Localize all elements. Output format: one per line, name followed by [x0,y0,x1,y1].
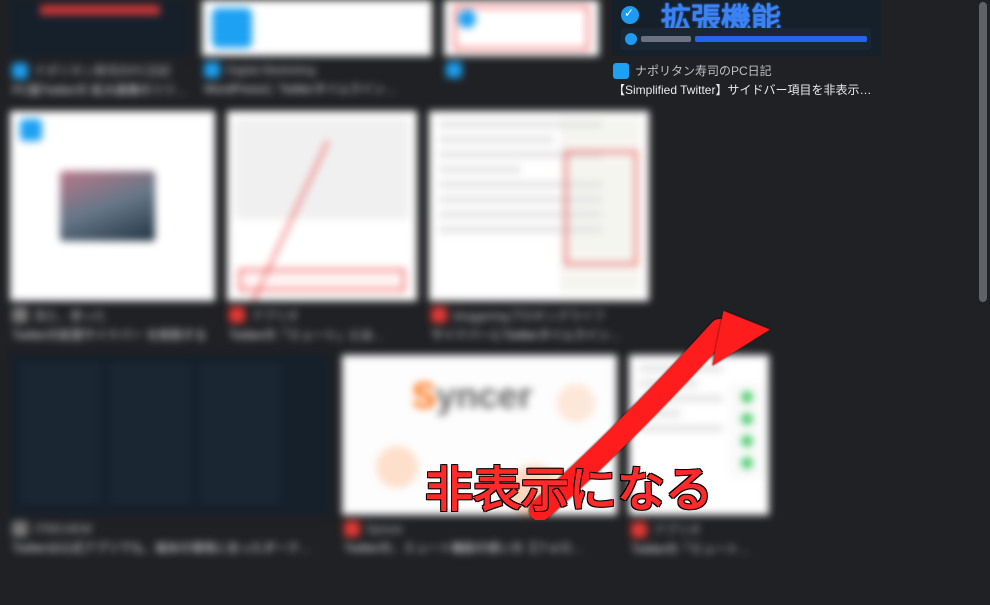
result-row: ITREVIEW Twitterは公式アプリでも、端末の環境に合ったダーク… S… [10,355,980,562]
result-row: ナポリタン寿司のPC日記 PC版Twitterの 拡大画像のリツイート等履歴の…… [10,0,980,103]
result-card[interactable]: アプリオ Twitterの「ミュート」と… [629,355,769,562]
source-label: Digital Marketing [226,63,315,77]
source-label: ナポリタン寿司のPC日記 [34,62,171,79]
result-card[interactable]: Syncer Syncer Twitterの、ミュート機能の使い方【フォロ… [342,355,617,562]
result-title: サイドバーにTwitterタイムラインウィジ… [431,328,631,344]
verified-badge-icon [621,6,639,24]
results-grid: ナポリタン寿司のPC日記 PC版Twitterの 拡大画像のリツイート等履歴の…… [0,0,990,580]
result-title: 【Simplified Twitter】サイドバー項目を非表示にす… [613,83,873,99]
result-card[interactable]: アプリオ Twitterの「ミュート」とは… [227,111,417,348]
source-label: アプリオ [653,521,701,538]
result-title: Twitterの「ミュート」とは… [229,328,415,344]
thumbnail: 拡張機能 [611,0,881,56]
result-title: Twitterの拡張サイドバー を削除する [12,328,212,344]
result-card[interactable] [444,0,599,103]
result-title: Twitterの、ミュート機能の使い方【フォロ… [344,541,609,557]
result-card[interactable]: bloggerlogブロギングライフ サイドバーにTwitterタイムラインウィ… [429,111,649,348]
result-title: WordPressに Twitterタイムライン・サイドバー埋… [204,82,404,98]
source-label: ナポリタン寿司のPC日記 [635,62,772,79]
vertical-scrollbar[interactable] [976,0,990,605]
result-card-highlighted[interactable]: 拡張機能 ナポリタン寿司のPC日記 【Simplified Twitter】サイ… [611,0,881,103]
result-card[interactable]: Digital Marketing WordPressに Twitterタイムラ… [202,0,432,103]
source-label: ITREVIEW [34,522,92,536]
result-row: 見た、使った Twitterの拡張サイドバー を削除する アプリオ Twitte… [10,111,980,348]
result-card[interactable]: ナポリタン寿司のPC日記 PC版Twitterの 拡大画像のリツイート等履歴の… [10,0,190,103]
source-label: bloggerlogブロギングライフ [453,307,605,324]
source-label: Syncer [366,522,403,536]
source-label: アプリオ [251,307,299,324]
result-title: PC版Twitterの 拡大画像のリツイート等履歴の… [12,83,188,99]
result-title: Twitterの「ミュート」と… [631,542,761,558]
scrollbar-thumb[interactable] [979,2,987,302]
result-card[interactable]: 見た、使った Twitterの拡張サイドバー を削除する [10,111,215,348]
favicon-icon [613,63,629,79]
source-label: 見た、使った [34,307,106,324]
result-card[interactable]: ITREVIEW Twitterは公式アプリでも、端末の環境に合ったダーク… [10,355,330,562]
result-title: Twitterは公式アプリでも、端末の環境に合ったダーク… [12,541,322,557]
